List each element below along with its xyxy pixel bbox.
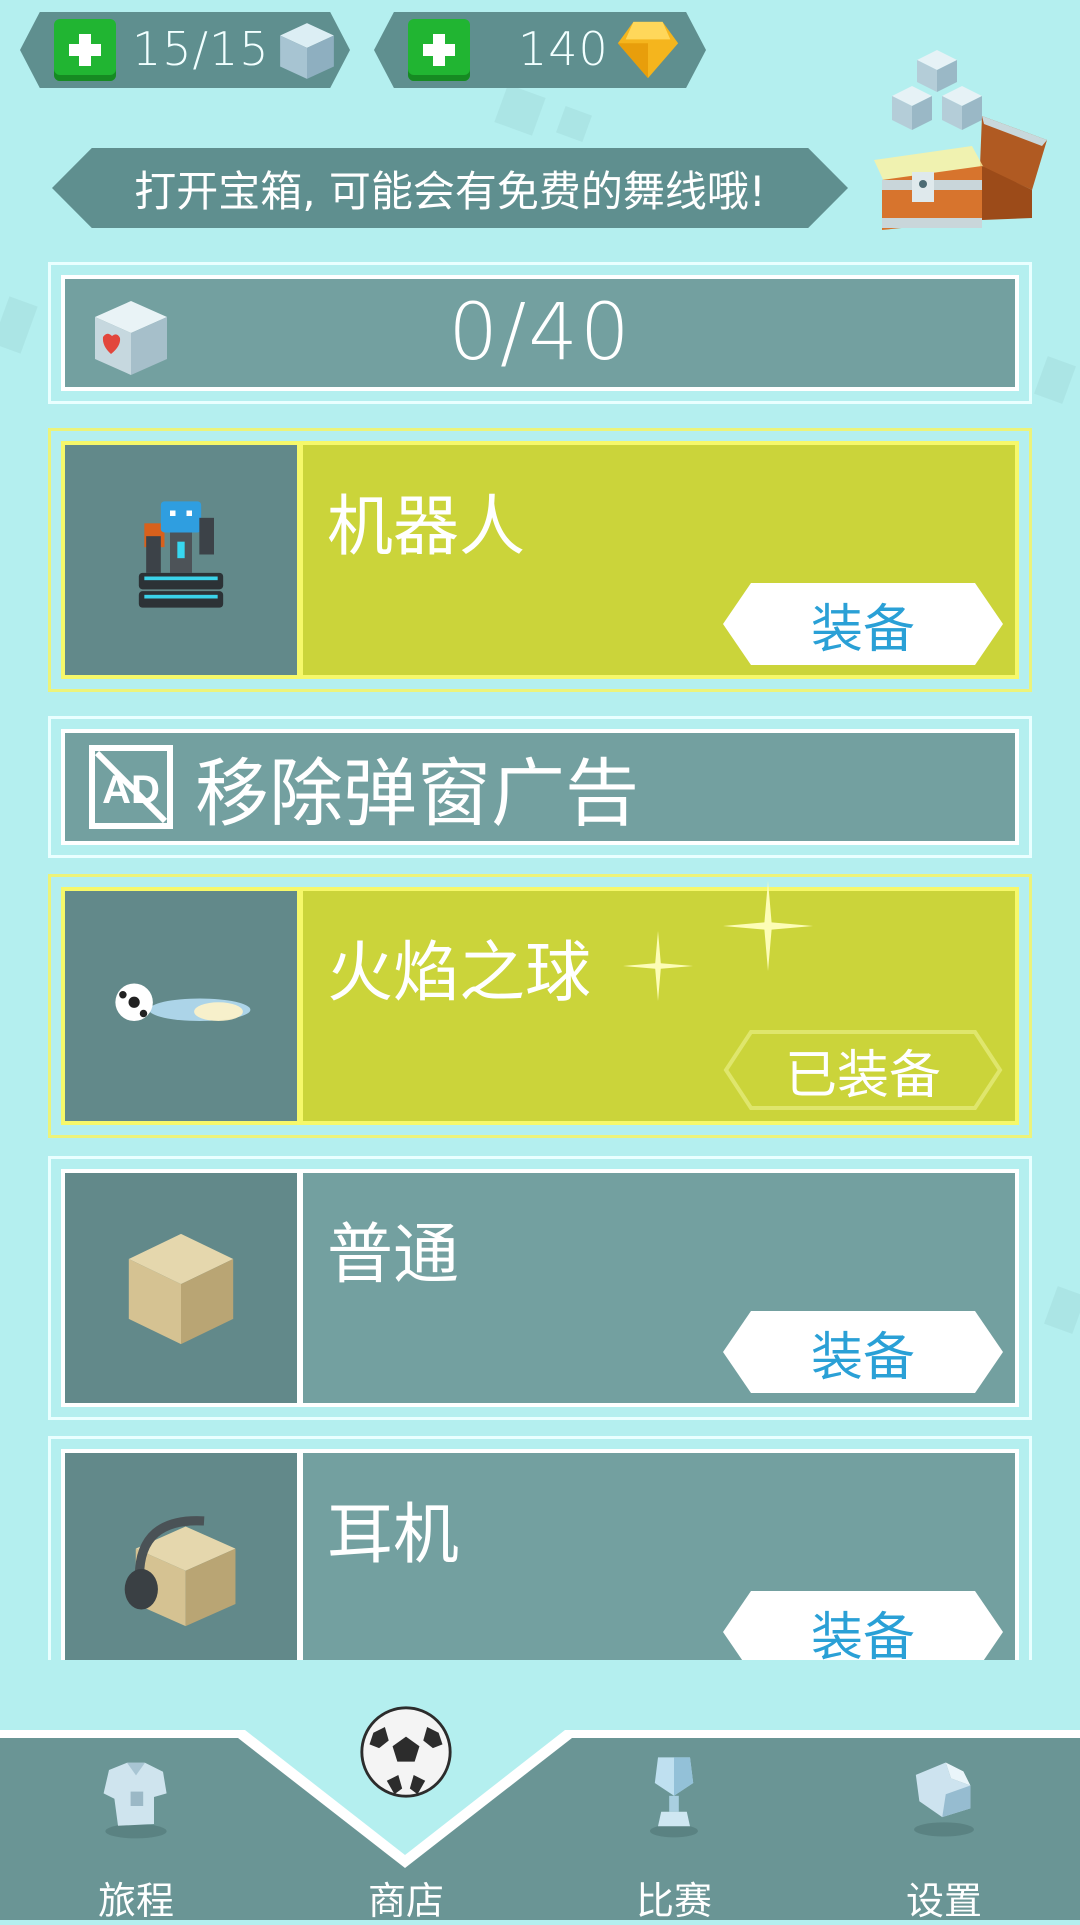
bottom-nav: 旅程 商店 比赛 设置 xyxy=(0,1706,1080,1923)
background-shard xyxy=(556,106,592,142)
item-name: 机器人 xyxy=(327,488,525,565)
robot-icon xyxy=(138,501,224,608)
collection-value: 0/40 xyxy=(448,288,632,378)
treasure-chest-icon[interactable] xyxy=(872,40,1052,230)
item-name: 火焰之球 xyxy=(327,934,591,1011)
headphones-box-icon xyxy=(124,1516,236,1627)
list-item-headphones[interactable]: 耳机 装备 xyxy=(48,1436,1032,1660)
robot-thumbnail xyxy=(65,445,303,675)
nav-shop[interactable]: 商店 xyxy=(306,1660,506,1923)
moves-counter: 15/15 xyxy=(20,12,350,88)
no-ad-icon: AD xyxy=(89,745,173,829)
fire-ball-icon xyxy=(115,983,251,1021)
background-shard xyxy=(1034,356,1076,404)
whistle-icon xyxy=(914,1762,974,1837)
chest-hint-banner: 打开宝箱, 可能会有免费的舞线哦! xyxy=(52,148,848,228)
ice-cube-icon xyxy=(280,23,334,79)
soccer-ball-icon xyxy=(360,1706,452,1798)
add-moves-button[interactable] xyxy=(54,19,116,81)
nav-settings-label: 设置 xyxy=(905,1879,982,1923)
heart-cube-icon xyxy=(95,301,167,375)
list-item-robot[interactable]: 机器人 装备 xyxy=(48,428,1032,692)
chest-hint-text: 打开宝箱, 可能会有免费的舞线哦! xyxy=(134,166,766,216)
collection-counter: 0/40 xyxy=(48,262,1032,404)
shirt-icon xyxy=(103,1762,167,1839)
plus-icon xyxy=(69,34,101,66)
list-item-fire-ball[interactable]: 火焰之球 已装备 xyxy=(48,874,1032,1138)
remove-ads-label: 移除弹窗广告 xyxy=(195,750,639,837)
item-name: 普通 xyxy=(327,1216,459,1293)
nav-journey[interactable]: 旅程 xyxy=(36,1720,236,1923)
equip-button[interactable]: 装备 xyxy=(723,1591,1003,1660)
nav-journey-label: 旅程 xyxy=(97,1879,174,1923)
fire-ball-thumbnail xyxy=(65,891,303,1121)
equip-button[interactable]: 装备 xyxy=(723,1311,1003,1393)
gems-counter: 140 xyxy=(374,12,706,88)
moves-value: 15/15 xyxy=(132,22,270,76)
background-shard xyxy=(494,84,546,136)
equipped-badge: 已装备 xyxy=(723,1029,1003,1111)
item-name: 耳机 xyxy=(327,1496,459,1573)
plain-box-icon xyxy=(128,1233,234,1345)
nav-match-label: 比赛 xyxy=(635,1879,712,1923)
nav-shop-label: 商店 xyxy=(367,1879,444,1923)
gold-gem-icon xyxy=(617,21,679,79)
item-list[interactable]: 0/40 机器人 装备 移除弹窗广告 火焰之球 已装备 普通 装备 耳机 装备 xyxy=(48,262,1032,1660)
equip-button[interactable]: 装备 xyxy=(723,583,1003,665)
gems-value: 140 xyxy=(518,22,609,76)
plain-box-thumbnail xyxy=(65,1173,303,1403)
sparkle-icon xyxy=(723,881,813,971)
nav-match[interactable]: 比赛 xyxy=(574,1720,774,1923)
add-gems-button[interactable] xyxy=(408,19,470,81)
headphones-thumbnail xyxy=(65,1453,303,1660)
list-item-plain[interactable]: 普通 装备 xyxy=(48,1156,1032,1420)
background-shard xyxy=(1044,1286,1080,1334)
plus-icon xyxy=(423,34,455,66)
remove-ads-row[interactable]: AD 移除弹窗广告 xyxy=(48,716,1032,858)
trophy-icon xyxy=(650,1757,698,1838)
background-shard xyxy=(0,296,38,354)
nav-settings[interactable]: 设置 xyxy=(844,1720,1044,1923)
equipped-label: 已装备 xyxy=(784,1045,941,1106)
sparkle-icon xyxy=(623,931,693,1001)
